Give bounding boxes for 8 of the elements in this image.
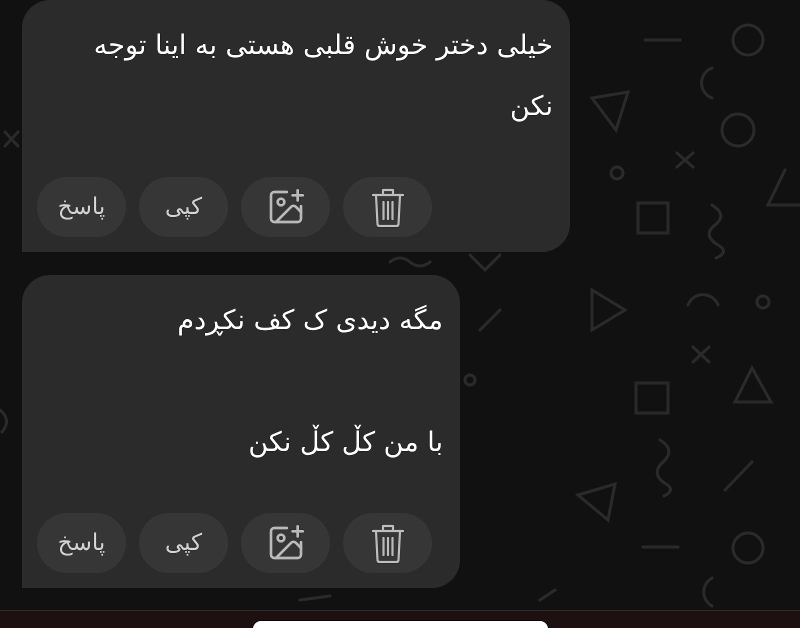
copy-button[interactable]: کپی [139, 513, 228, 573]
reply-button[interactable]: پاسخ [37, 513, 126, 573]
message-text: مگه دیدی ک کف نکڕدم با من کڵ کڵ نکن [176, 304, 443, 460]
trash-icon [370, 523, 404, 563]
message-text: خیلی دختر خوش قلبی هستی به اینا توجه نکن [92, 29, 553, 124]
reply-button[interactable]: پاسخ [37, 177, 126, 237]
copy-button[interactable]: کپی [139, 177, 228, 237]
trash-icon [370, 187, 404, 227]
